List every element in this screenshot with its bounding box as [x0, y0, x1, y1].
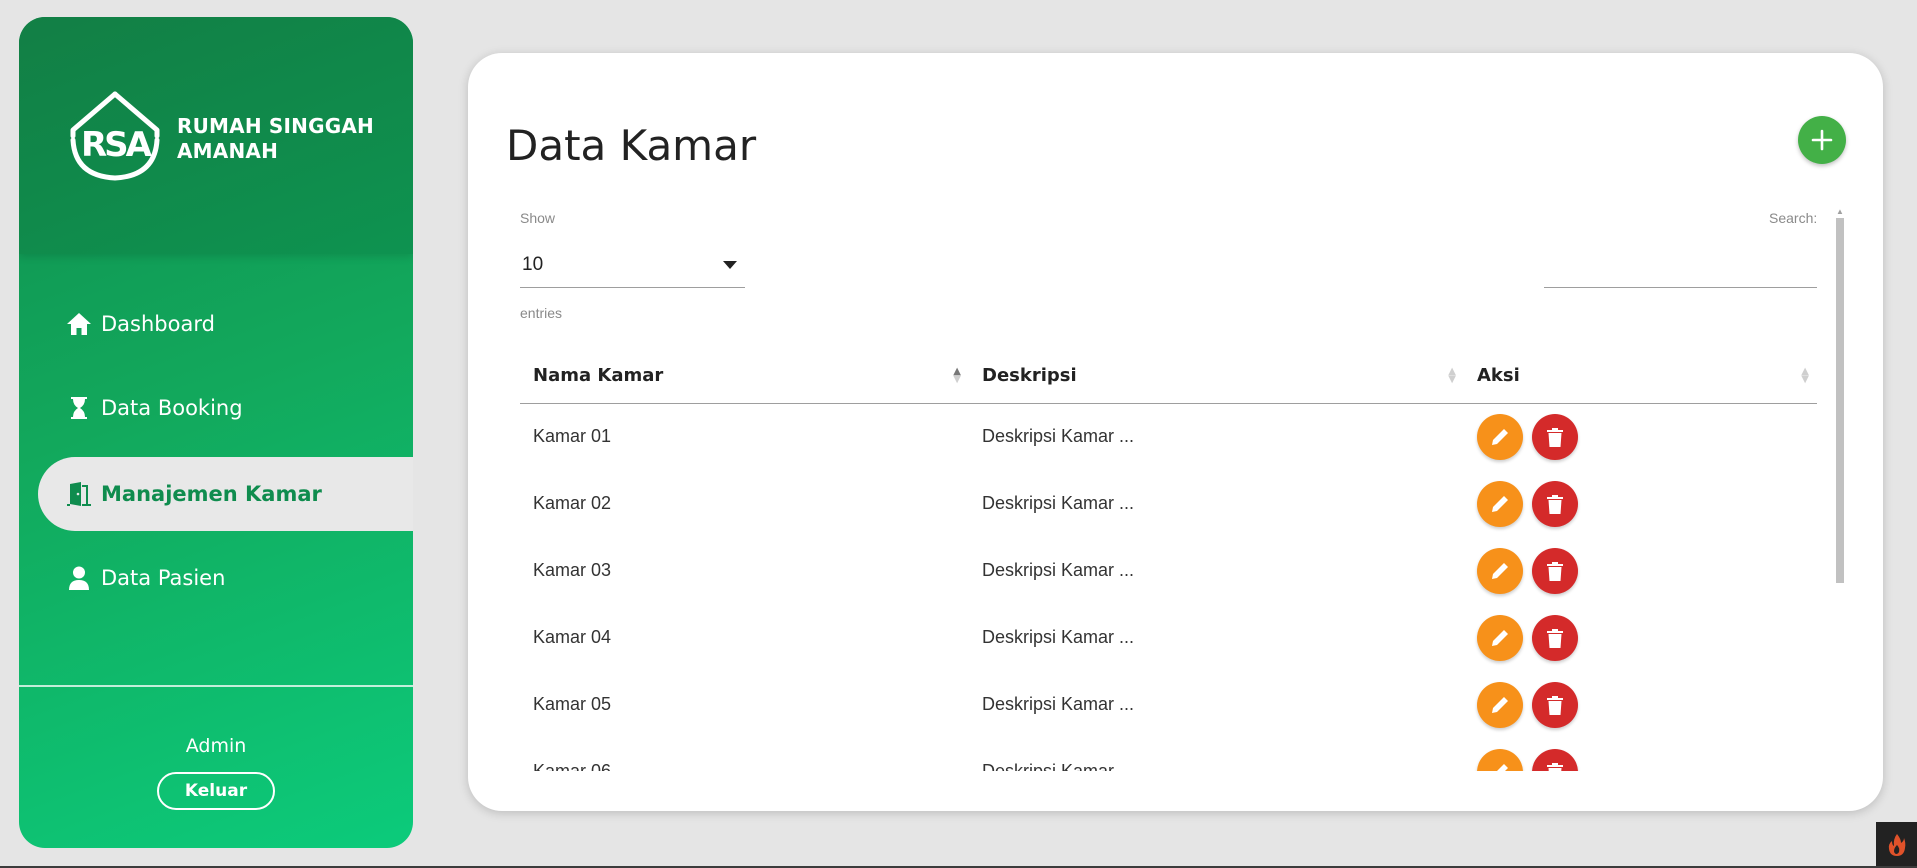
delete-button[interactable]	[1532, 748, 1579, 771]
room-actions-cell	[1464, 470, 1817, 537]
sidebar-item-label: Data Booking	[101, 396, 243, 420]
entries-select-value: 10	[522, 254, 544, 275]
delete-button[interactable]	[1532, 547, 1579, 594]
trash-icon	[1547, 561, 1564, 581]
sidebar: RSA RUMAH SINGGAH AMANAH Dashboard Data …	[19, 17, 413, 848]
sort-icon: ▲ ▼	[1801, 365, 1809, 385]
sidebar-item-data-pasien[interactable]: Data Pasien	[19, 541, 413, 615]
scrollbar-thumb[interactable]	[1836, 218, 1844, 583]
room-description-cell: Deskripsi Kamar ...	[982, 694, 1135, 714]
entries-select[interactable]: 10	[520, 243, 745, 288]
table-row: Kamar 03 Deskripsi Kamar ...	[520, 537, 1817, 604]
trash-icon	[1547, 762, 1564, 771]
main-card: Data Kamar Show 10 entries Search: ▲ ▼ N…	[468, 53, 1883, 811]
edit-button[interactable]	[1477, 480, 1523, 527]
edit-button[interactable]	[1477, 547, 1523, 594]
pencil-icon	[1492, 428, 1508, 445]
brand-name: RUMAH SINGGAH AMANAH	[177, 114, 407, 164]
trash-icon	[1547, 494, 1564, 514]
sidebar-item-dashboard[interactable]: Dashboard	[19, 287, 413, 361]
sort-icon: ▲ ▼	[1448, 365, 1456, 385]
delete-button[interactable]	[1532, 480, 1579, 527]
sidebar-item-label: Manajemen Kamar	[101, 482, 322, 506]
door-open-icon	[65, 480, 93, 508]
edit-button[interactable]	[1477, 614, 1523, 661]
rooms-table-container: Nama Kamar ▲ ▼ Deskripsi ▲ ▼ Aksi ▲ ▼ Kamar…	[520, 349, 1817, 771]
pencil-icon	[1492, 629, 1508, 646]
caret-down-icon	[723, 261, 737, 269]
room-name-cell: Kamar 06	[533, 761, 612, 771]
edit-button[interactable]	[1477, 681, 1523, 728]
room-actions-cell	[1464, 537, 1817, 604]
svg-text:RSA: RSA	[81, 125, 153, 165]
show-label: Show	[520, 210, 556, 226]
user-name: Admin	[185, 735, 247, 757]
edit-button[interactable]	[1477, 413, 1523, 460]
sidebar-divider	[19, 685, 413, 687]
room-actions-cell	[1464, 403, 1817, 470]
delete-button[interactable]	[1532, 413, 1579, 460]
room-name-cell: Kamar 05	[533, 694, 612, 714]
home-icon	[65, 310, 93, 338]
sort-asc-icon: ▲ ▼	[953, 365, 961, 385]
pencil-icon	[1492, 562, 1508, 579]
sidebar-item-manajemen-kamar[interactable]: Manajemen Kamar	[38, 457, 413, 531]
sidebar-item-label: Data Pasien	[101, 566, 226, 590]
trash-icon	[1547, 695, 1564, 715]
column-header-nama-kamar[interactable]: Nama Kamar ▲ ▼	[520, 349, 969, 404]
room-name-cell: Kamar 04	[533, 627, 612, 647]
rsa-logo-icon: RSA	[70, 91, 160, 181]
delete-button[interactable]	[1532, 614, 1579, 661]
edit-button[interactable]	[1477, 748, 1523, 771]
room-name-cell: Kamar 03	[533, 560, 612, 580]
column-header-deskripsi[interactable]: Deskripsi ▲ ▼	[969, 349, 1464, 404]
trash-icon	[1547, 427, 1564, 447]
delete-button[interactable]	[1532, 681, 1579, 728]
scroll-up-arrow-icon[interactable]: ▲	[1836, 208, 1844, 216]
brand-line-1: RUMAH SINGGAH	[177, 114, 374, 138]
room-description-cell: Deskripsi Kamar ...	[982, 627, 1135, 647]
trash-icon	[1547, 628, 1564, 648]
hourglass-icon	[65, 394, 93, 422]
table-row: Kamar 01 Deskripsi Kamar ...	[520, 403, 1817, 470]
search-input[interactable]	[1544, 243, 1817, 288]
room-actions-cell	[1464, 671, 1817, 738]
table-row: Kamar 04 Deskripsi Kamar ...	[520, 604, 1817, 671]
pencil-icon	[1496, 763, 1508, 771]
sidebar-item-data-booking[interactable]: Data Booking	[19, 371, 413, 445]
room-description-cell: Deskripsi Kamar ...	[982, 426, 1135, 447]
entries-label: entries	[520, 305, 563, 321]
search-label: Search:	[1769, 210, 1818, 226]
flame-icon[interactable]	[1876, 822, 1917, 868]
add-room-button[interactable]	[1798, 116, 1846, 164]
room-actions-cell	[1464, 738, 1817, 771]
plus-icon	[1811, 129, 1833, 151]
user-icon	[65, 564, 93, 592]
room-actions-cell	[1464, 604, 1817, 671]
table-header-row: Nama Kamar ▲ ▼ Deskripsi ▲ ▼ Aksi ▲ ▼	[520, 349, 1817, 404]
table-row: Kamar 02 Deskripsi Kamar ...	[520, 470, 1817, 537]
column-header-aksi[interactable]: Aksi ▲ ▼	[1464, 349, 1817, 404]
room-description-cell: Deskripsi Kamar ...	[982, 493, 1135, 513]
logout-button[interactable]: Keluar	[157, 772, 275, 810]
room-name-cell: Kamar 01	[533, 426, 612, 447]
table-row: Kamar 05 Deskripsi Kamar ...	[520, 671, 1817, 738]
brand-line-2: AMANAH	[177, 139, 279, 163]
table-row: Kamar 06 Deskripsi Kamar ...	[520, 738, 1817, 771]
sidebar-header: RSA RUMAH SINGGAH AMANAH	[19, 17, 413, 254]
rooms-table: Nama Kamar ▲ ▼ Deskripsi ▲ ▼ Aksi ▲ ▼ Kamar…	[520, 349, 1817, 771]
room-description-cell: Deskripsi Kamar ...	[982, 761, 1135, 771]
page-title: Data Kamar	[506, 121, 757, 170]
pencil-icon	[1492, 495, 1508, 512]
room-name-cell: Kamar 02	[533, 493, 612, 513]
scrollbar[interactable]: ▲ ▼	[1833, 208, 1845, 768]
room-description-cell: Deskripsi Kamar ...	[982, 560, 1135, 580]
sidebar-item-label: Dashboard	[101, 312, 215, 336]
pencil-icon	[1492, 696, 1508, 713]
